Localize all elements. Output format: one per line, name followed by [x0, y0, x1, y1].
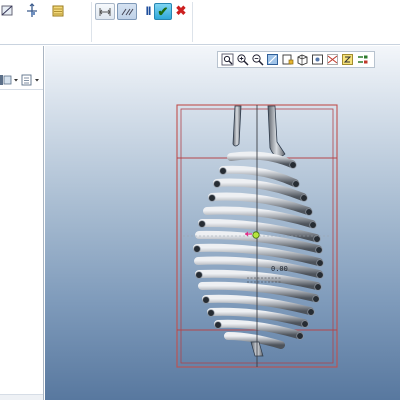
- spring-end-left: [232, 105, 242, 147]
- ribbon-tool-icon[interactable]: [0, 3, 16, 19]
- layers-icon[interactable]: [50, 3, 66, 19]
- cancel-button[interactable]: ✖: [173, 3, 189, 19]
- dimension-value[interactable]: 0.00: [271, 265, 288, 273]
- datum-axis-icon[interactable]: [24, 3, 40, 19]
- model-tree-panel: [0, 46, 44, 400]
- dimension-icon[interactable]: [95, 3, 115, 20]
- accept-button[interactable]: ✔: [154, 3, 172, 20]
- model-canvas[interactable]: [45, 46, 400, 400]
- model-tree-toolbar: [0, 70, 43, 90]
- tree-settings-icon[interactable]: [0, 73, 20, 87]
- ribbon-separator: [91, 2, 92, 42]
- tree-columns-icon[interactable]: [21, 73, 41, 87]
- ribbon-toolbar: II ✔ ✖: [0, 0, 400, 45]
- drag-handle-icon[interactable]: [252, 231, 260, 239]
- dimension-pattern-icon[interactable]: [117, 3, 137, 20]
- coil: [227, 151, 296, 168]
- spring-end-right: [267, 105, 286, 158]
- ribbon-separator: [192, 2, 193, 42]
- graphics-viewport[interactable]: 0.00: [45, 46, 400, 400]
- model-tree-scrollbar[interactable]: [0, 394, 43, 400]
